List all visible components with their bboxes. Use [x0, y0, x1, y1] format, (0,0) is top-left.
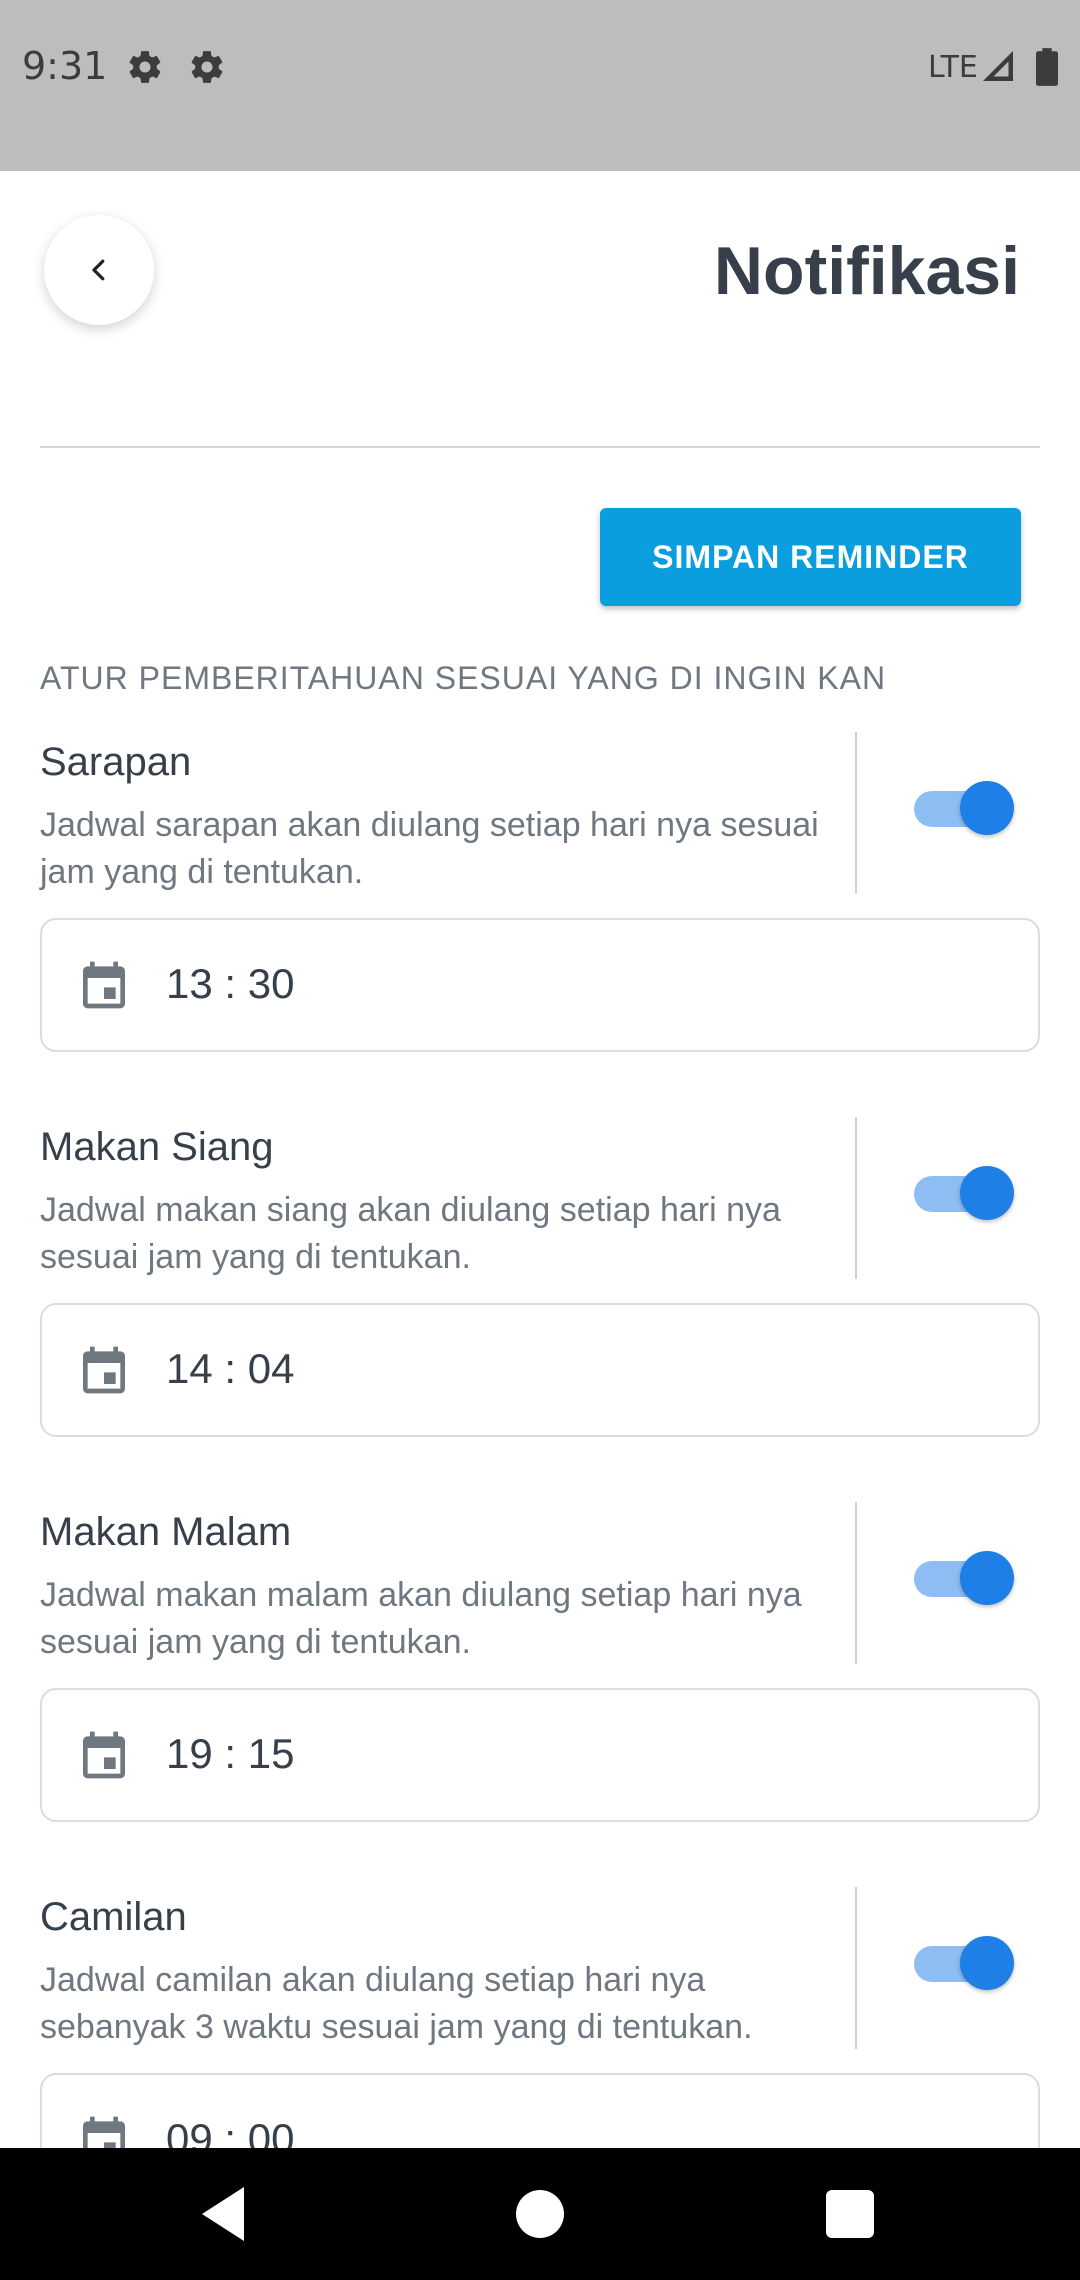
- status-bar: 9:31 LTE: [0, 0, 1080, 171]
- reminder-toggle[interactable]: [912, 1933, 1016, 1993]
- reminder-title: Makan Siang: [40, 1125, 274, 1169]
- reminder-toggle[interactable]: [912, 1548, 1016, 1608]
- time-picker-field[interactable]: 14 : 04: [40, 1303, 1040, 1437]
- time-value: 13 : 30: [166, 960, 295, 1007]
- header-divider: [40, 446, 1040, 448]
- reminder-description: Jadwal sarapan akan diulang setiap hari …: [40, 806, 819, 891]
- back-button[interactable]: [44, 215, 154, 325]
- network-type: LTE: [928, 50, 978, 85]
- reminder-title: Sarapan: [40, 740, 192, 784]
- section-header: ATUR PEMBERITAHUAN SESUAI YANG DI INGIN …: [40, 660, 887, 696]
- calendar-icon: [83, 1346, 125, 1394]
- toggle-thumb: [960, 1936, 1014, 1990]
- calendar-icon: [83, 1731, 125, 1779]
- signal-icon: [983, 51, 1013, 81]
- time-picker-field[interactable]: 13 : 30: [40, 918, 1040, 1052]
- reminder-title: Makan Malam: [40, 1510, 292, 1554]
- reminder-description: Jadwal makan malam akan diulang setiap h…: [40, 1576, 802, 1661]
- navigation-bar: [0, 2148, 1080, 2280]
- vertical-divider: [855, 1887, 857, 2049]
- time-value: 14 : 04: [166, 1345, 295, 1392]
- page-title: Notifikasi: [713, 233, 1020, 309]
- status-time: 9:31: [22, 44, 108, 88]
- reminder-description: Jadwal makan siang akan diulang setiap h…: [40, 1191, 781, 1276]
- toggle-thumb: [960, 1551, 1014, 1605]
- calendar-icon: [83, 961, 125, 1009]
- back-triangle-icon[interactable]: [190, 2178, 262, 2250]
- toggle-thumb: [960, 781, 1014, 835]
- vertical-divider: [855, 732, 857, 894]
- gear-icon: [129, 51, 161, 83]
- time-picker-field[interactable]: 19 : 15: [40, 1688, 1040, 1822]
- toggle-thumb: [960, 1166, 1014, 1220]
- battery-icon: [1036, 48, 1058, 86]
- reminder-toggle[interactable]: [912, 778, 1016, 838]
- home-circle-icon[interactable]: [504, 2178, 576, 2250]
- recents-square-icon[interactable]: [814, 2178, 886, 2250]
- time-value: 19 : 15: [166, 1730, 295, 1777]
- reminder-toggle[interactable]: [912, 1163, 1016, 1223]
- reminder-title: Camilan: [40, 1895, 187, 1939]
- chevron-left-icon: [92, 259, 105, 281]
- reminder-description: Jadwal camilan akan diulang setiap hari …: [40, 1961, 753, 2046]
- vertical-divider: [855, 1117, 857, 1279]
- save-reminder-button[interactable]: SIMPAN REMINDER: [600, 508, 1021, 606]
- gear-icon: [191, 51, 223, 83]
- vertical-divider: [855, 1502, 857, 1664]
